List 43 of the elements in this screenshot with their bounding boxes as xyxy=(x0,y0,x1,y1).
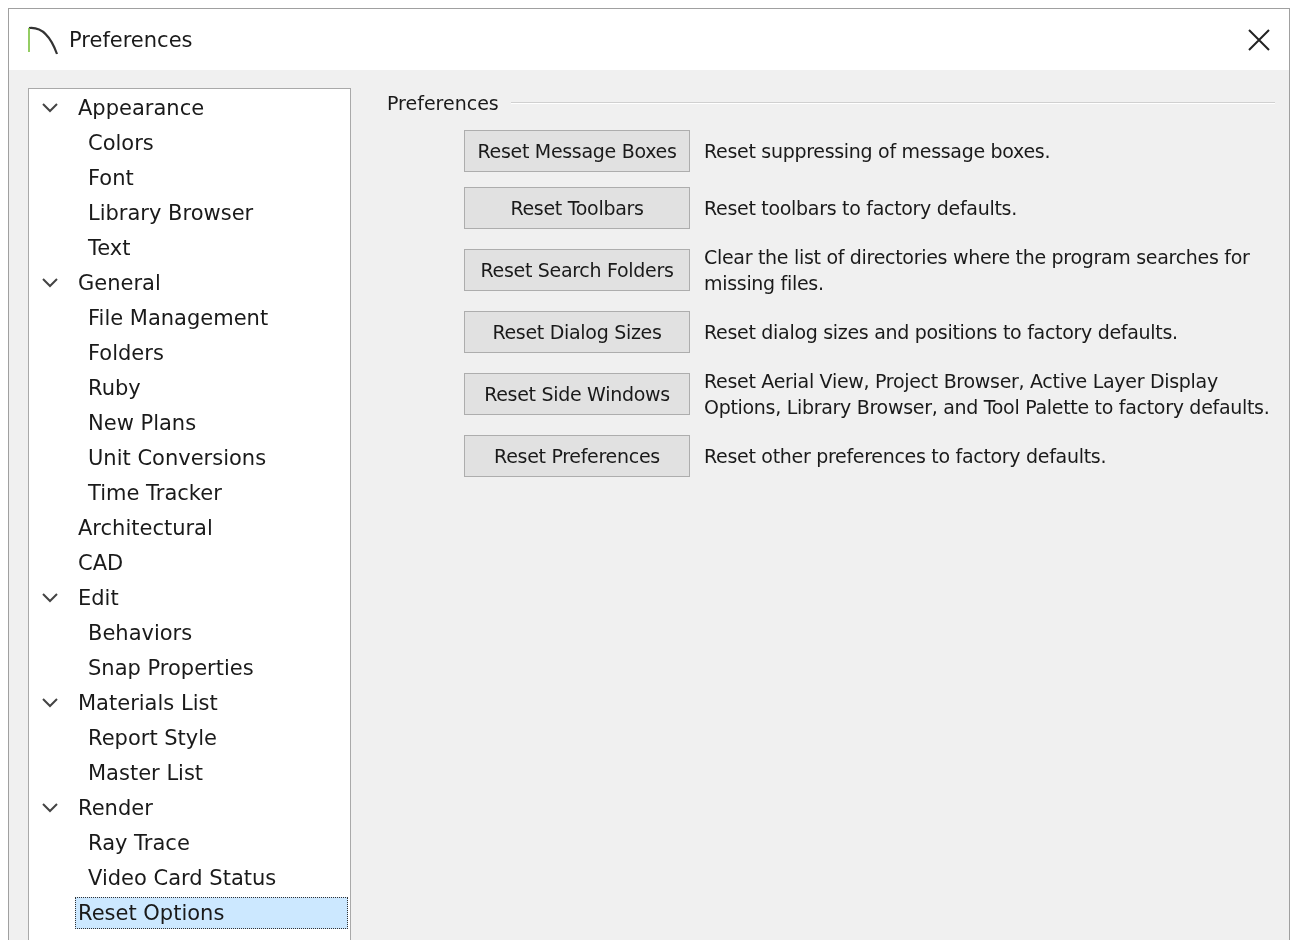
chevron-down-icon[interactable] xyxy=(40,275,60,290)
tree-item[interactable]: Render xyxy=(75,791,156,824)
tree-item[interactable]: Time Tracker xyxy=(85,476,225,509)
tree-item[interactable]: Materials List xyxy=(75,686,221,719)
tree-item[interactable]: CAD xyxy=(75,546,127,579)
tree-item[interactable]: Report Style xyxy=(85,721,221,754)
tree-item[interactable]: New Plans xyxy=(85,406,200,439)
tree-item[interactable]: Ruby xyxy=(85,371,144,404)
chevron-down-icon[interactable] xyxy=(40,590,60,605)
tree-item[interactable]: Edit xyxy=(75,581,122,614)
tree-item[interactable]: Architectural xyxy=(75,511,216,544)
tree-item[interactable]: File Management xyxy=(85,301,272,334)
tree-item[interactable]: General xyxy=(75,266,164,299)
reset-button[interactable]: Reset Side Windows xyxy=(464,373,690,415)
tree-item[interactable]: Unit Conversions xyxy=(85,441,270,474)
reset-description: Reset toolbars to factory defaults. xyxy=(704,196,1018,221)
group-title: Preferences xyxy=(387,92,499,114)
reset-button[interactable]: Reset Preferences xyxy=(464,435,690,477)
tree-item[interactable]: Video Card Status xyxy=(85,861,280,894)
reset-description: Reset suppressing of message boxes. xyxy=(704,139,1052,164)
tree-item[interactable]: Library Browser xyxy=(85,196,257,229)
reset-button[interactable]: Reset Toolbars xyxy=(464,187,690,229)
tree-item[interactable]: Colors xyxy=(85,126,157,159)
tree-item[interactable]: Reset Options xyxy=(75,896,348,929)
reset-button[interactable]: Reset Message Boxes xyxy=(464,130,690,172)
reset-description: Reset dialog sizes and positions to factory defaults. xyxy=(704,320,1179,345)
reset-button[interactable]: Reset Search Folders xyxy=(464,249,690,291)
tree-item[interactable]: Master List xyxy=(85,756,207,789)
window-title: Preferences xyxy=(69,27,194,52)
tree-item[interactable]: Snap Properties xyxy=(85,651,257,684)
tree-item[interactable]: Appearance xyxy=(75,91,208,124)
reset-description: Reset Aerial View, Project Browser, Active Layer Display Options, Library Browser, and Tool Palette to factory defaults. xyxy=(704,369,1271,420)
chevron-down-icon[interactable] xyxy=(40,695,60,710)
tree-item[interactable]: Ray Trace xyxy=(85,826,193,859)
chevron-down-icon[interactable] xyxy=(40,800,60,815)
reset-description: Clear the list of directories where the program searches for missing files. xyxy=(704,245,1251,296)
tree-item[interactable]: Text xyxy=(85,231,134,264)
chevron-down-icon[interactable] xyxy=(40,100,60,115)
reset-button[interactable]: Reset Dialog Sizes xyxy=(464,311,690,353)
tree-item[interactable]: Folders xyxy=(85,336,167,369)
tree-item[interactable]: Font xyxy=(85,161,137,194)
reset-description: Reset other preferences to factory defaults. xyxy=(704,444,1108,469)
tree-item[interactable]: Behaviors xyxy=(85,616,196,649)
